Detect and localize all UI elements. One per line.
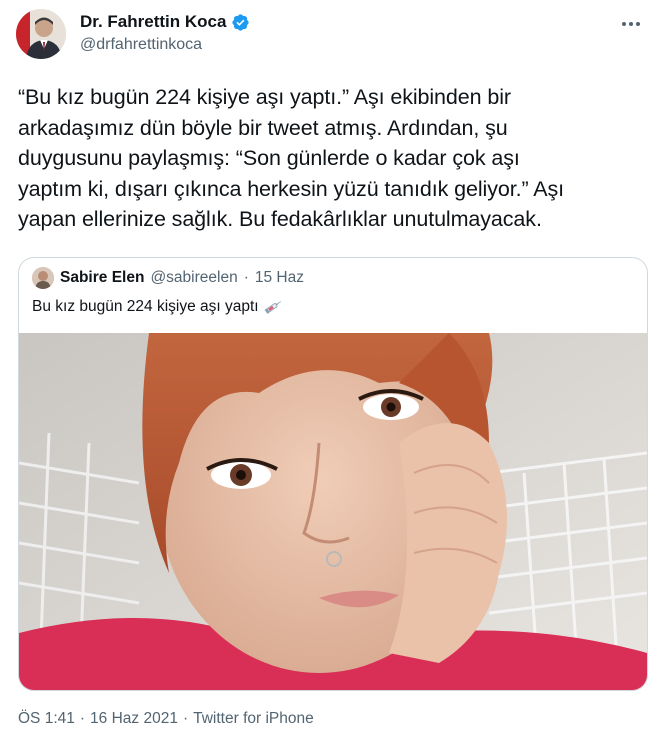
quoted-tweet-photo[interactable] — [19, 323, 647, 690]
author-avatar[interactable] — [16, 9, 66, 59]
tweet-text-line: duygusunu paylaşmış: “Son günlerde o kad… — [18, 146, 520, 171]
tweet-time[interactable]: ÖS 1:41 — [18, 710, 75, 728]
tweet-date[interactable]: 16 Haz 2021 — [90, 710, 178, 728]
tweet-text-line: yaptım ki, dışarı çıkınca herkesin yüzü … — [18, 176, 564, 201]
author-display-name[interactable]: Dr. Fahrettin Koca — [80, 12, 226, 32]
tweet-text-line: yapan ellerinize sağlık. Bu fedakârlıkla… — [18, 207, 542, 232]
quoted-tweet-text: Bu kız bugün 224 kişiye aşı yaptı — [32, 298, 259, 315]
tweet-text: “Bu kız bugün 224 kişiye aşı yaptı.” Aşı… — [18, 82, 658, 235]
separator-dot: · — [243, 269, 249, 286]
separator-dot: · — [79, 710, 86, 727]
quoted-author-avatar[interactable] — [32, 267, 54, 289]
tweet-source[interactable]: Twitter for iPhone — [193, 710, 314, 728]
more-options-icon[interactable] — [618, 14, 644, 34]
tweet: Dr. Fahrettin Koca @drfahrettinkoca “Bu … — [0, 0, 668, 745]
quoted-author-name[interactable]: Sabire Elen — [60, 269, 144, 287]
verified-badge-icon — [231, 13, 250, 32]
syringe-icon — [263, 299, 283, 315]
tweet-footer: ÖS 1:41 · 16 Haz 2021 · Twitter for iPho… — [18, 710, 314, 728]
tweet-text-line: arkadaşımız dün böyle bir tweet atmış. A… — [18, 115, 508, 140]
author-handle[interactable]: @drfahrettinkoca — [80, 36, 202, 54]
quoted-tweet-date[interactable]: 15 Haz — [255, 269, 304, 287]
quoted-author-handle[interactable]: @sabireelen — [150, 269, 237, 287]
separator-dot: · — [182, 710, 189, 727]
tweet-text-line: “Bu kız bugün 224 kişiye aşı yaptı.” Aşı… — [18, 85, 511, 109]
quoted-tweet[interactable]: Sabire Elen @sabireelen · 15 Haz Bu kız … — [18, 257, 648, 691]
